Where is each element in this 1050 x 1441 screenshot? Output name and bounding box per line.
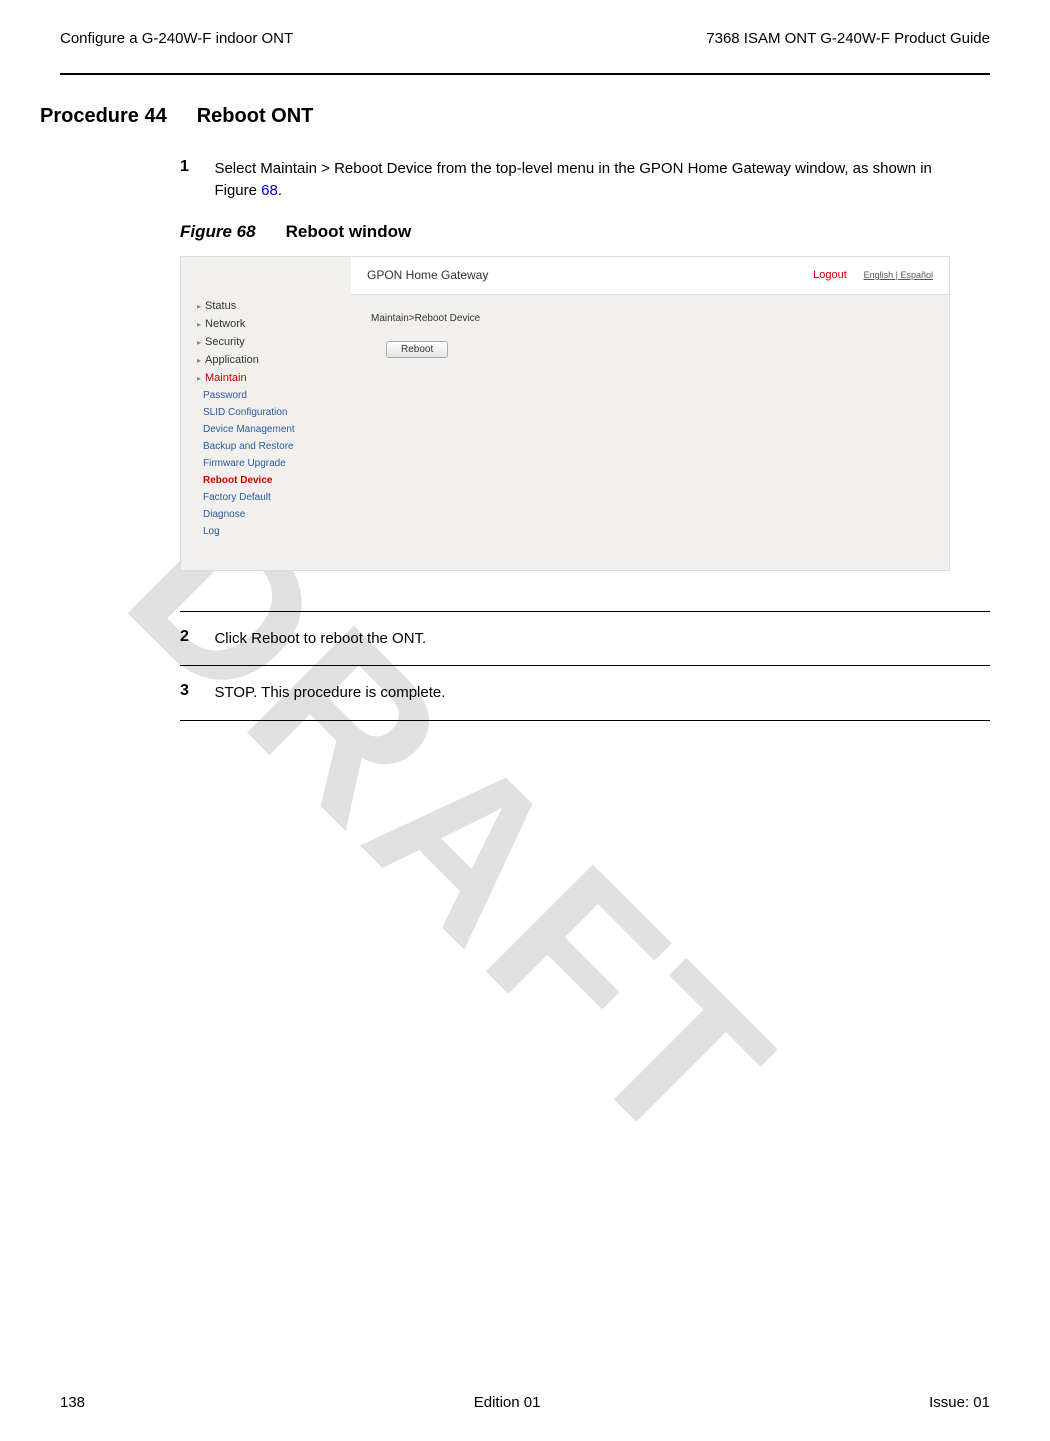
logout-link[interactable]: Logout bbox=[813, 269, 847, 281]
header-right: 7368 ISAM ONT G-240W-F Product Guide bbox=[706, 30, 990, 47]
sidebar-sub-password[interactable]: Password bbox=[185, 387, 335, 404]
sidebar: Status Network Security Application Main… bbox=[185, 297, 335, 540]
running-header: Configure a G-240W-F indoor ONT 7368 ISA… bbox=[60, 30, 990, 53]
step-divider bbox=[180, 720, 990, 721]
running-footer: 138 Edition 01 Issue: 01 bbox=[60, 1394, 990, 1411]
footer-issue: Issue: 01 bbox=[929, 1394, 990, 1411]
header-left: Configure a G-240W-F indoor ONT bbox=[60, 30, 293, 47]
sidebar-item-status[interactable]: Status bbox=[185, 297, 335, 315]
sidebar-sub-factory[interactable]: Factory Default bbox=[185, 489, 335, 506]
step-2: 2 Click Reboot to reboot the ONT. bbox=[180, 628, 990, 650]
sidebar-sub-firmware[interactable]: Firmware Upgrade bbox=[185, 455, 335, 472]
step-divider bbox=[180, 611, 990, 612]
step-body: Select Maintain > Reboot Device from the… bbox=[214, 158, 954, 202]
step-3: 3 STOP. This procedure is complete. bbox=[180, 682, 990, 704]
step-1: 1 Select Maintain > Reboot Device from t… bbox=[180, 158, 990, 202]
header-rule bbox=[60, 73, 990, 75]
screenshot-header: GPON Home Gateway Logout English | Españ… bbox=[351, 257, 949, 295]
step-number: 1 bbox=[180, 158, 210, 176]
sidebar-item-application[interactable]: Application bbox=[185, 351, 335, 369]
sidebar-sub-reboot[interactable]: Reboot Device bbox=[185, 472, 335, 489]
procedure-number: Procedure 44 bbox=[40, 105, 167, 127]
step-divider bbox=[180, 665, 990, 666]
sidebar-sub-device[interactable]: Device Management bbox=[185, 421, 335, 438]
sidebar-item-maintain[interactable]: Maintain bbox=[185, 369, 335, 387]
step-body: Click Reboot to reboot the ONT. bbox=[214, 628, 954, 650]
procedure-heading: Procedure 44 Reboot ONT bbox=[40, 105, 990, 128]
sidebar-item-network[interactable]: Network bbox=[185, 315, 335, 333]
sidebar-sub-backup[interactable]: Backup and Restore bbox=[185, 438, 335, 455]
sidebar-item-security[interactable]: Security bbox=[185, 333, 335, 351]
figure-label: Figure 68 bbox=[180, 222, 256, 241]
sidebar-sub-diagnose[interactable]: Diagnose bbox=[185, 506, 335, 523]
breadcrumb: Maintain>Reboot Device bbox=[371, 313, 480, 324]
sidebar-sub-slid[interactable]: SLID Configuration bbox=[185, 404, 335, 421]
language-toggle[interactable]: English | Español bbox=[864, 270, 933, 280]
step-body: STOP. This procedure is complete. bbox=[214, 682, 954, 704]
sidebar-sub-log[interactable]: Log bbox=[185, 523, 335, 540]
screenshot-container: GPON Home Gateway Logout English | Españ… bbox=[180, 256, 950, 571]
procedure-title: Reboot ONT bbox=[197, 105, 314, 127]
figure-caption: Figure 68 Reboot window bbox=[180, 222, 990, 242]
footer-edition: Edition 01 bbox=[474, 1394, 541, 1411]
step-number: 2 bbox=[180, 628, 210, 646]
reboot-button[interactable]: Reboot bbox=[386, 341, 448, 358]
figure-link[interactable]: 68 bbox=[261, 182, 278, 199]
step-text-tail: . bbox=[278, 182, 282, 199]
step-text: Select Maintain > Reboot Device from the… bbox=[214, 160, 931, 199]
figure-title: Reboot window bbox=[286, 222, 412, 241]
step-number: 3 bbox=[180, 682, 210, 700]
app-title: GPON Home Gateway bbox=[367, 268, 488, 282]
footer-page: 138 bbox=[60, 1394, 85, 1411]
